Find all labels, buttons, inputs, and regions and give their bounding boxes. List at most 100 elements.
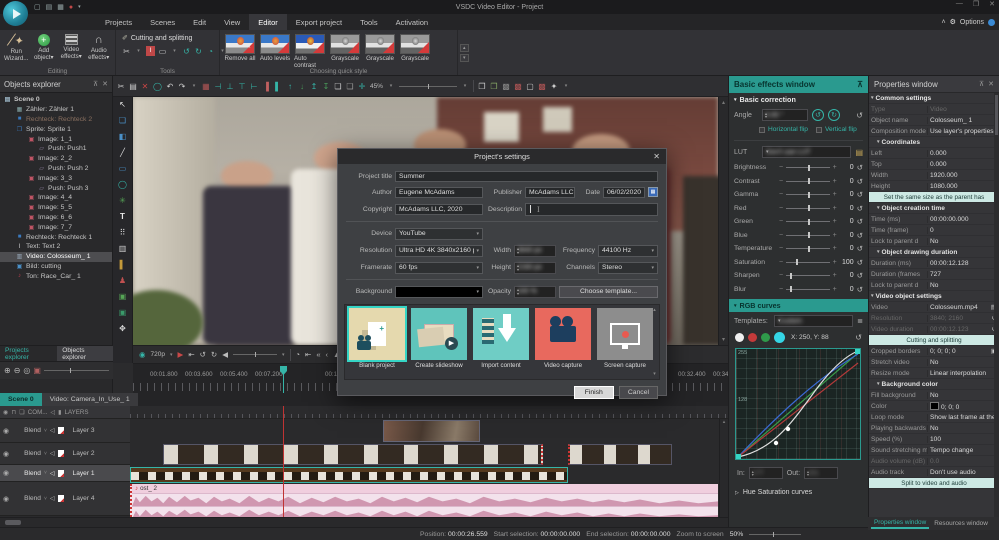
opacity-spinner[interactable]: 100 % ▴ ▾ <box>514 285 556 298</box>
collapse-icon[interactable]: ▾ <box>734 97 737 103</box>
framerate-select[interactable]: 60 fps ▾ <box>395 261 483 274</box>
reset-icon[interactable]: ↺ <box>857 231 863 240</box>
tree-item[interactable]: ▣ Image: 5_5 <box>0 203 112 213</box>
tree-item[interactable]: ❐ Sprite: Sprite 1 <box>0 124 112 134</box>
playback-icon[interactable]: ▶ <box>178 350 184 359</box>
layer-eye-icon[interactable]: ◉ <box>3 450 9 458</box>
preview-tool-icon[interactable]: ↷ <box>178 82 186 91</box>
strip-tool-icon[interactable]: ✳ <box>119 197 126 205</box>
layer-color-chip[interactable] <box>57 450 64 457</box>
property-row[interactable]: Object drawing duration <box>869 247 999 258</box>
property-row[interactable]: Height 1080.000 <box>869 181 999 192</box>
menu-item[interactable]: View <box>215 14 249 30</box>
layer-audio-icon[interactable]: ◁ <box>50 470 55 477</box>
property-value[interactable]: Show last frame at the <box>928 414 997 421</box>
slider-dropdown-icon[interactable]: ▾ <box>461 83 469 89</box>
property-row[interactable]: Sound stretching m Tempo change <box>869 445 999 456</box>
property-row[interactable]: Coordinates <box>869 137 999 148</box>
quick-style-scroll-down-icon[interactable]: ▾ <box>460 53 469 62</box>
tab-scene[interactable]: Scene 0 <box>0 393 42 406</box>
rgb-curves-graph[interactable]: 255 128 <box>735 348 861 460</box>
layer-audio-icon[interactable]: ◁ <box>50 450 55 457</box>
options-button[interactable]: Options <box>960 19 984 26</box>
menu-item[interactable]: Export project <box>287 14 351 30</box>
resolution-select[interactable]: Ultra HD 4K 3840x2160 pixels (16:▾ <box>395 244 483 257</box>
reset-icon[interactable]: ↺ <box>857 204 863 213</box>
property-value[interactable]: 0; 0; 0; 0 <box>928 348 991 355</box>
ribbon-collapse-icon[interactable]: ˄ <box>942 19 946 26</box>
pin-icon[interactable]: ⊼ <box>857 80 863 89</box>
property-value[interactable]: 0; 0; 0 <box>928 402 997 411</box>
transport-icon[interactable]: ‹ <box>326 350 329 359</box>
strip-tool-icon[interactable]: ◯ <box>118 181 127 189</box>
tree-item[interactable]: ▱ Push: Push 3 <box>0 183 112 193</box>
preview-tool-icon[interactable]: ↑ <box>286 82 294 91</box>
preview-tool-icon[interactable]: ↥ <box>310 82 318 91</box>
reset-icon[interactable]: ↺ <box>857 190 863 199</box>
effect-slider[interactable] <box>786 164 830 171</box>
dialog-close-icon[interactable]: ✕ <box>653 152 660 161</box>
zoom-control-icon[interactable]: ◎ <box>23 366 30 375</box>
channels-select[interactable]: Stereo ▾ <box>598 261 658 274</box>
width-spinner[interactable]: 3840 px ▴ ▾ <box>514 244 556 257</box>
strip-tool-icon[interactable]: ▥ <box>119 245 127 253</box>
tree-item[interactable]: ▣ Image: 3_3 <box>0 173 112 183</box>
blend-dropdown-icon[interactable]: ˅ <box>44 428 47 434</box>
help-icon[interactable] <box>988 18 995 26</box>
explorer-zoom-slider[interactable] <box>43 368 109 373</box>
blend-dropdown-icon[interactable]: ˅ <box>44 451 47 457</box>
description-input[interactable]: I <box>525 202 658 216</box>
strip-tool-icon[interactable]: ⠿ <box>120 229 126 237</box>
tool-icon[interactable]: ↻ <box>194 46 203 56</box>
property-row[interactable]: Object creation time <box>869 203 999 214</box>
strip-tool-icon[interactable]: ♟ <box>119 277 126 285</box>
pin-icon[interactable]: ⊼ <box>979 80 984 88</box>
date-input[interactable]: 06/02/2020 <box>603 186 645 198</box>
property-row[interactable]: Object name Colosseum_ 1 <box>869 115 999 126</box>
preview-tool-icon[interactable]: ✦ <box>550 82 558 91</box>
property-row[interactable]: Video Colosseum.mp4 ▤ <box>869 302 999 313</box>
preview-tool-icon[interactable]: ❐ <box>490 82 498 91</box>
property-value[interactable]: 00:00:12.123 <box>928 326 992 333</box>
device-select[interactable]: YouTube ▾ <box>395 227 483 240</box>
effect-slider[interactable] <box>786 218 830 225</box>
menu-item[interactable]: Editor <box>249 14 287 30</box>
property-value[interactable]: 1920.000 <box>928 172 997 179</box>
property-row[interactable]: Stretch video No <box>869 357 999 368</box>
layer-row[interactable]: ◉ Blend ˅ ◁ Layer 4 <box>0 482 130 516</box>
tool-icon[interactable]: ✂ <box>122 46 131 56</box>
collapse-icon[interactable]: ▾ <box>734 303 737 309</box>
tree-item[interactable]: ▦ Zähler: Zähler 1 <box>0 105 112 115</box>
quick-style-scroll-up-icon[interactable]: ▴ <box>460 43 469 52</box>
lock-icon[interactable]: ⊓ <box>11 409 16 416</box>
horizontal-flip-checkbox[interactable]: Horizontal flip <box>759 126 808 133</box>
layer-row[interactable]: ◉ Blend ˅ ◁ Layer 1 <box>0 465 130 482</box>
in-spinner[interactable]: 177 ▴ ▾ <box>748 467 783 479</box>
preview-tool-icon[interactable]: ❏ <box>334 82 342 91</box>
property-row[interactable]: Resize mode Linear interpolation <box>869 368 999 379</box>
explorer-tab[interactable]: Projects explorer <box>0 346 57 361</box>
rotate-cw-button[interactable]: ↻ <box>828 109 840 121</box>
reset-angle-icon[interactable]: ↺ <box>856 111 863 120</box>
preview-tool-icon[interactable]: ▾ <box>387 83 395 89</box>
blend-mode-select[interactable]: Blend <box>24 450 41 457</box>
property-row[interactable]: Split to video and audio <box>869 478 999 489</box>
preview-tool-icon[interactable]: ❐ <box>478 82 486 91</box>
timeline-zoom-slider[interactable] <box>749 531 802 537</box>
transport-icon[interactable]: « <box>316 350 320 359</box>
copyright-input[interactable]: McAdams LLC, 2020 <box>395 203 483 215</box>
template-screen-capture[interactable]: Screen capture <box>596 308 654 376</box>
effect-slider[interactable] <box>786 191 830 198</box>
curve-menu-icon[interactable]: ≣ <box>857 317 863 325</box>
audio-column-icon[interactable]: ◁ <box>50 409 55 416</box>
playback-icon[interactable]: ↺ <box>200 350 206 359</box>
volume-slider[interactable] <box>232 352 277 357</box>
rotate-ccw-button[interactable]: ↺ <box>812 109 824 121</box>
layer-eye-icon[interactable]: ◉ <box>3 469 9 477</box>
property-value[interactable]: 3840; 2160 <box>928 315 992 322</box>
lut-select[interactable]: Don't use LUT ▾ <box>762 146 852 158</box>
property-row[interactable]: Time (frame) 0 <box>869 225 999 236</box>
menu-item[interactable]: Tools <box>351 14 387 30</box>
reset-icon[interactable]: ↺ <box>857 285 863 294</box>
preview-tool-icon[interactable]: ↧ <box>322 82 330 91</box>
